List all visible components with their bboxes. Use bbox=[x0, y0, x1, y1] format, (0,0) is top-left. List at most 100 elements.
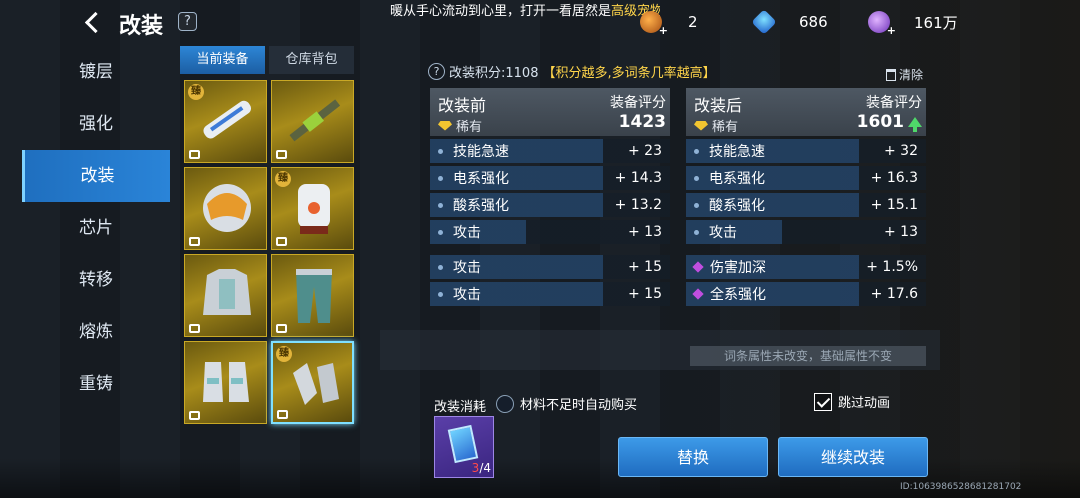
tab-warehouse[interactable]: 仓库背包 bbox=[269, 46, 354, 74]
after-score: 1601 bbox=[856, 112, 904, 132]
pants-icon bbox=[296, 269, 332, 323]
rarity-label: 稀有 bbox=[456, 120, 483, 135]
stat-name: 酸系强化 bbox=[453, 198, 509, 214]
nav-item-smelt[interactable]: 熔炼 bbox=[22, 306, 170, 358]
stat-name: 伤害加深 bbox=[710, 260, 766, 276]
material-count: 3/4 bbox=[472, 461, 491, 475]
skip-animation-checkbox[interactable] bbox=[814, 392, 832, 411]
auto-buy-option[interactable]: 材料不足时自动购买 bbox=[496, 394, 637, 413]
page-title: 改装 bbox=[119, 14, 164, 39]
stat-name: 电系强化 bbox=[709, 171, 765, 187]
modify-score-label: 改装积分:1108 bbox=[449, 65, 539, 81]
score-help-icon[interactable]: ? bbox=[428, 62, 445, 80]
cost-label: 改装消耗 bbox=[434, 400, 487, 415]
lock-icon bbox=[189, 237, 200, 246]
user-id: ID:1063986528681281702 bbox=[900, 482, 1022, 492]
material-slot[interactable]: 3/4 bbox=[434, 416, 494, 478]
trash-icon bbox=[886, 68, 896, 81]
resource-crystal[interactable]: 686 bbox=[751, 9, 828, 35]
before-score: 1423 bbox=[618, 112, 666, 132]
stats-after: 改装后 稀有 装备评分 1601 技能急速 + 32 电系强化 + 16.3 酸系强… bbox=[686, 88, 926, 306]
gem-icon bbox=[694, 120, 708, 131]
stat-row: 电系强化 + 14.3 bbox=[430, 166, 670, 190]
extra-stat-row: 攻击 + 15 bbox=[430, 282, 670, 306]
nav-item-enhance[interactable]: 强化 bbox=[22, 98, 170, 150]
replace-button[interactable]: 替换 bbox=[618, 437, 768, 477]
stat-name: 攻击 bbox=[453, 260, 481, 276]
before-title: 改装前 bbox=[438, 96, 487, 115]
launcher-icon bbox=[203, 100, 252, 139]
stats-before: 改装前 稀有 装备评分 1423 技能急速 + 23 电系强化 + 14.3 酸系强… bbox=[430, 88, 670, 306]
nav-item-modify[interactable]: 改装 bbox=[22, 150, 170, 202]
back-arrow-icon[interactable] bbox=[80, 10, 106, 36]
equipment-slot-launcher[interactable]: 臻 bbox=[184, 80, 267, 163]
after-score-wrap: 1601 bbox=[857, 112, 922, 132]
tab-current-equipment[interactable]: 当前装备 bbox=[180, 46, 265, 74]
rarity-label: 稀有 bbox=[712, 120, 739, 135]
equipment-slot-boots[interactable] bbox=[184, 341, 267, 424]
lock-icon bbox=[189, 324, 200, 333]
attribute-note: 词条属性未改变，基础属性不变 bbox=[690, 346, 926, 366]
stats-after-header: 改装后 稀有 装备评分 1601 bbox=[686, 88, 926, 136]
stat-row: 攻击 + 13 bbox=[686, 220, 926, 244]
material-need: /4 bbox=[479, 461, 491, 475]
gloves-icon bbox=[293, 363, 339, 405]
auto-buy-radio[interactable] bbox=[496, 394, 514, 413]
stat-value: + 14.3 bbox=[614, 170, 662, 186]
nav-item-chip[interactable]: 芯片 bbox=[22, 202, 170, 254]
resource-orb[interactable]: + 161万 bbox=[868, 10, 958, 37]
stat-value: + 1.5% bbox=[866, 259, 918, 275]
stat-row: 攻击 + 13 bbox=[430, 220, 670, 244]
extra-stat-row: 攻击 + 15 bbox=[430, 255, 670, 279]
after-rarity: 稀有 bbox=[694, 116, 738, 135]
stat-row: 电系强化 + 16.3 bbox=[686, 166, 926, 190]
equipment-slot-rifle[interactable] bbox=[271, 80, 354, 163]
skip-animation-label: 跳过动画 bbox=[838, 396, 891, 411]
continue-modify-button[interactable]: 继续改装 bbox=[778, 437, 928, 477]
lock-icon bbox=[277, 410, 288, 419]
equipment-slot-gloves[interactable]: 臻 bbox=[271, 341, 354, 424]
announcement-marquee: 暖从手心流动到心里，打开一看居然是高级宠物 bbox=[390, 2, 660, 22]
stat-value: + 23 bbox=[628, 143, 662, 159]
nav-item-plating[interactable]: 镀层 bbox=[22, 46, 170, 98]
equipment-slot-pants[interactable] bbox=[271, 254, 354, 337]
before-rarity: 稀有 bbox=[438, 116, 482, 135]
before-score-label: 装备评分 bbox=[610, 95, 666, 111]
nav-item-transfer[interactable]: 转移 bbox=[22, 254, 170, 306]
resource-value: 161万 bbox=[914, 13, 958, 32]
stat-name: 攻击 bbox=[453, 287, 481, 303]
nav-item-recast[interactable]: 重铸 bbox=[22, 358, 170, 410]
modify-score-row: ? 改装积分:1108 【积分越多,多词条几率越高】 bbox=[428, 60, 716, 82]
auto-buy-label: 材料不足时自动购买 bbox=[520, 398, 638, 413]
epic-diamond-icon bbox=[692, 261, 704, 273]
resource-value: 686 bbox=[799, 13, 828, 31]
stat-value: + 13.2 bbox=[614, 197, 662, 213]
stat-value: + 13 bbox=[884, 224, 918, 240]
sidebar-nav: 镀层 强化 改装 芯片 转移 熔炼 重铸 bbox=[22, 46, 170, 410]
armor-icon bbox=[203, 269, 251, 315]
extra-stat-row: 伤害加深 + 1.5% bbox=[686, 255, 926, 279]
epic-diamond-icon bbox=[692, 288, 704, 300]
lock-icon bbox=[189, 150, 200, 159]
equipment-slot-helmet[interactable] bbox=[184, 167, 267, 250]
marquee-text: 暖从手心流动到心里，打开一看居然是 bbox=[390, 4, 612, 19]
after-title: 改装后 bbox=[694, 96, 743, 115]
clear-label: 清除 bbox=[899, 68, 924, 82]
backpack-icon bbox=[298, 184, 330, 234]
equipment-tabs: 当前装备 仓库背包 bbox=[180, 46, 358, 74]
equipment-panel: 当前装备 仓库背包 臻 臻 臻 bbox=[180, 46, 358, 426]
lock-icon bbox=[276, 150, 287, 159]
help-button[interactable]: ? bbox=[178, 12, 197, 31]
equipment-slot-backpack[interactable]: 臻 bbox=[271, 167, 354, 250]
resource-ticket[interactable]: + 2 bbox=[640, 10, 698, 37]
resource-value: 2 bbox=[688, 13, 698, 31]
stat-name: 酸系强化 bbox=[709, 198, 765, 214]
stat-row: 酸系强化 + 15.1 bbox=[686, 193, 926, 217]
boots-icon bbox=[203, 362, 249, 402]
gem-icon bbox=[438, 120, 452, 131]
clear-button[interactable]: 清除 bbox=[886, 66, 923, 83]
crystal-icon bbox=[751, 9, 777, 35]
equipment-slot-armor[interactable] bbox=[184, 254, 267, 337]
stat-value: + 15 bbox=[628, 286, 662, 302]
skip-animation-option[interactable]: 跳过动画 bbox=[814, 392, 890, 411]
